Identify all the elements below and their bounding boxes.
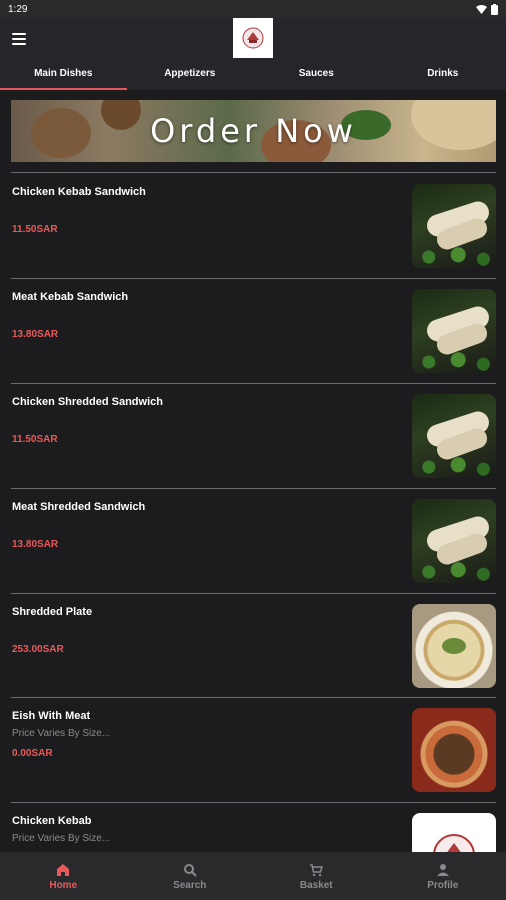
item-image: [412, 289, 496, 373]
item-price: 0.00SAR: [12, 748, 53, 759]
order-now-banner[interactable]: Order Now: [11, 100, 496, 162]
hamburger-line: [12, 38, 26, 40]
item-name: Chicken Shredded Sandwich: [12, 396, 163, 408]
hamburger-line: [12, 43, 26, 45]
menu-item[interactable]: Meat Kebab Sandwich 13.80SAR: [11, 279, 496, 383]
hamburger-icon: [12, 33, 26, 35]
image-detail: [412, 561, 496, 583]
image-detail: [412, 456, 496, 478]
nav-basket[interactable]: Basket: [253, 852, 380, 900]
nav-basket-label: Basket: [299, 879, 333, 891]
image-detail: [412, 351, 496, 373]
item-image: [412, 184, 496, 268]
item-price: 13.80SAR: [12, 539, 59, 550]
bottom-navigation: Home Search Basket Profile: [0, 852, 506, 900]
search-icon: [182, 862, 198, 878]
nav-search[interactable]: Search: [127, 852, 254, 900]
item-image: [412, 708, 496, 792]
item-name: Chicken Kebab Sandwich: [12, 186, 146, 198]
item-name: Meat Kebab Sandwich: [12, 291, 129, 303]
item-image: [412, 604, 496, 688]
home-icon: [55, 862, 71, 878]
tab-sauces[interactable]: Sauces: [253, 60, 380, 90]
nav-profile-label: Profile: [427, 879, 459, 891]
status-bar: 1:29: [0, 0, 506, 18]
cart-icon: [308, 862, 324, 878]
menu-button[interactable]: [12, 29, 32, 49]
nav-profile[interactable]: Profile: [380, 852, 506, 900]
wifi-icon: [476, 4, 487, 14]
status-time: 1:29: [8, 3, 28, 15]
item-name: Meat Shredded Sandwich: [12, 501, 146, 513]
item-image: [412, 394, 496, 478]
item-price: 11.50SAR: [12, 434, 58, 445]
item-name: Eish With Meat: [12, 710, 91, 722]
app-bar: [0, 18, 506, 60]
menu-item[interactable]: Chicken Kebab Sandwich 11.50SAR: [11, 174, 496, 278]
menu-item[interactable]: Shredded Plate 253.00SAR: [11, 594, 496, 698]
menu-item[interactable]: Eish With Meat Price Varies By Size... 0…: [11, 698, 496, 802]
item-image: [412, 499, 496, 583]
category-tabs: Main Dishes Appetizers Sauces Drinks: [0, 60, 506, 90]
battery-icon: [491, 3, 498, 15]
item-description: Price Varies By Size...: [12, 833, 111, 844]
item-price: 13.80SAR: [12, 329, 59, 340]
tab-main-dishes[interactable]: Main Dishes: [0, 60, 127, 90]
item-name: Shredded Plate: [12, 606, 93, 618]
item-name: Chicken Kebab: [12, 815, 92, 827]
tab-appetizers[interactable]: Appetizers: [127, 60, 254, 90]
menu-item[interactable]: Chicken Shredded Sandwich 11.50SAR: [11, 384, 496, 488]
item-price: 253.00SAR: [12, 644, 64, 655]
nav-search-label: Search: [173, 879, 207, 891]
image-detail: [412, 246, 496, 268]
status-icons: [476, 3, 498, 15]
item-price: 11.50SAR: [12, 224, 58, 235]
item-description: Price Varies By Size...: [12, 728, 111, 739]
tab-drinks[interactable]: Drinks: [380, 60, 506, 90]
nav-home[interactable]: Home: [0, 852, 127, 900]
banner-title: Order Now: [150, 112, 357, 150]
nav-home-label: Home: [49, 879, 78, 891]
image-detail: [442, 638, 466, 654]
divider: [11, 172, 496, 173]
restaurant-logo: [233, 18, 273, 58]
menu-item[interactable]: Meat Shredded Sandwich 13.80SAR: [11, 489, 496, 593]
person-icon: [435, 862, 451, 878]
